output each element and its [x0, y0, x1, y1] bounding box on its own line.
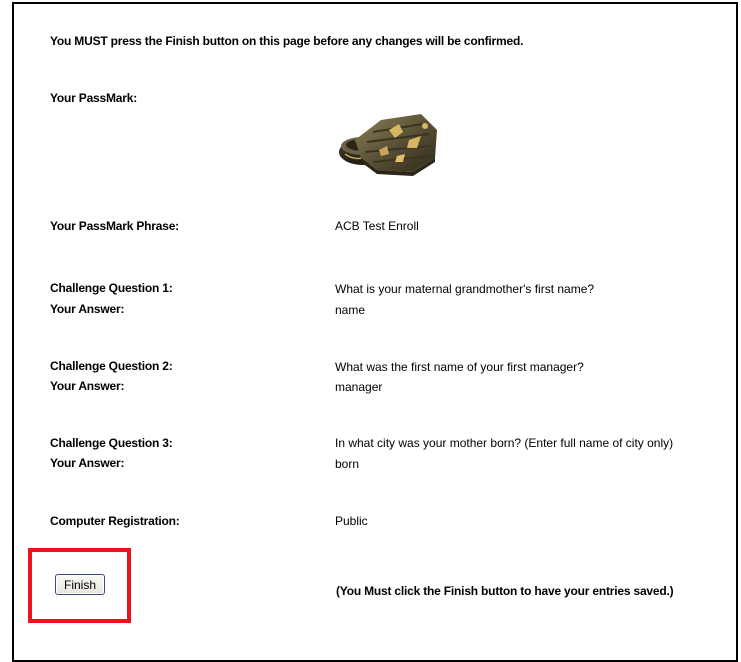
challenge-question-1-label: Challenge Question 1:	[50, 281, 173, 295]
answer-1-value: name	[335, 303, 366, 317]
computer-registration-value: Public	[335, 514, 368, 528]
challenge-question-2-text: What was the first name of your first ma…	[335, 360, 584, 374]
computer-registration-label: Computer Registration:	[50, 514, 180, 528]
passmark-label: Your PassMark:	[50, 91, 138, 105]
challenge-question-1-text: What is your maternal grandmother's firs…	[335, 282, 595, 296]
answer-1-label: Your Answer:	[50, 302, 125, 316]
answer-3-value: born	[335, 457, 360, 471]
passmark-phrase-value: ACB Test Enroll	[335, 219, 419, 233]
passmark-phrase-label: Your PassMark Phrase:	[50, 219, 179, 233]
challenge-question-3-text: In what city was your mother born? (Ente…	[335, 436, 674, 450]
answer-2-value: manager	[335, 380, 383, 394]
passmark-image	[339, 114, 437, 176]
confirmation-notice: You MUST press the Finish button on this…	[50, 34, 524, 48]
finish-instruction: (You Must click the Finish button to hav…	[336, 584, 674, 598]
answer-3-label: Your Answer:	[50, 456, 125, 470]
challenge-question-3-label: Challenge Question 3:	[50, 436, 173, 450]
finish-button[interactable]: Finish	[55, 574, 105, 595]
challenge-question-2-label: Challenge Question 2:	[50, 359, 173, 373]
answer-2-label: Your Answer:	[50, 379, 125, 393]
